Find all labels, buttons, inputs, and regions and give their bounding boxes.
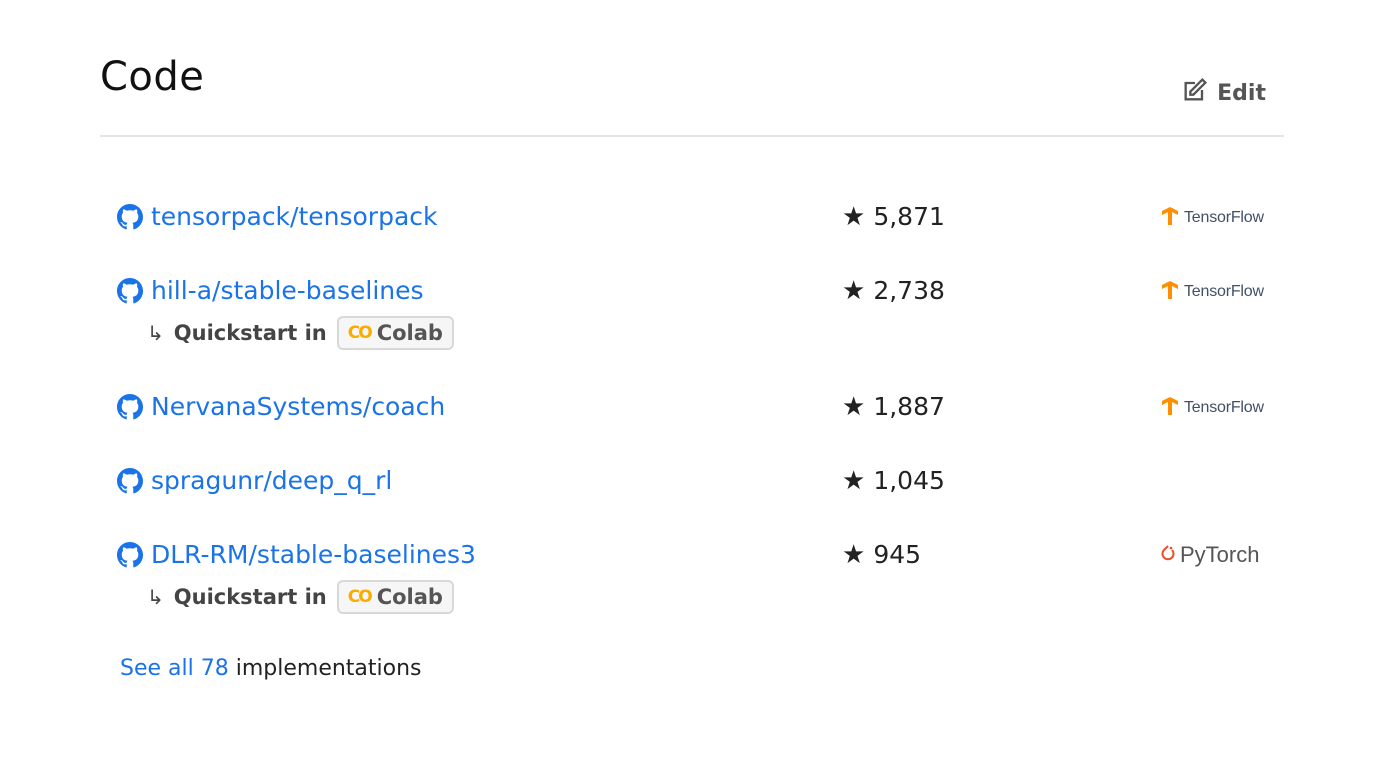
see-all-link[interactable]: See all 78 [120,656,229,681]
see-all-implementations: See all 78 implementations [120,656,422,681]
tensorflow-icon [1160,396,1180,420]
stars-count: ★ 1,045 [842,466,945,495]
repo-link[interactable]: tensorpack/tensorpack [151,202,438,231]
github-icon [117,277,143,304]
star-icon: ★ [842,275,866,306]
stars-value: 1,887 [873,392,945,421]
edit-button[interactable]: Edit [1181,76,1266,110]
star-icon: ★ [842,539,866,570]
quickstart-label: Quickstart in [173,321,327,345]
stars-value: 5,871 [873,202,945,231]
stars-count: ★ 2,738 [842,276,945,305]
stars-value: 945 [873,540,922,569]
star-icon: ★ [842,391,866,422]
repo-link[interactable]: spragunr/deep_q_rl [151,466,392,495]
github-icon [117,203,143,230]
return-arrow-icon: ↳ [147,585,164,609]
star-icon: ★ [842,201,866,232]
repo-link[interactable]: DLR-RM/stable-baselines3 [151,540,476,569]
section-title: Code [100,54,205,100]
colab-button[interactable]: CO Colab [336,316,454,350]
see-all-suffix: implementations [235,656,422,681]
repo-link[interactable]: hill-a/stable-baselines [151,276,424,305]
framework-badge: TensorFlow [1160,280,1264,304]
colab-icon: CO [347,323,373,343]
edit-icon [1181,76,1209,110]
pytorch-icon [1160,543,1176,567]
stars-value: 2,738 [873,276,945,305]
tensorflow-icon [1160,206,1180,230]
quickstart: ↳ Quickstart in CO Colab [147,580,454,614]
quickstart: ↳ Quickstart in CO Colab [147,316,454,350]
github-icon [117,393,143,420]
colab-label: Colab [376,321,443,345]
framework-badge: TensorFlow [1160,396,1264,420]
stars-count: ★ 945 [842,540,921,569]
stars-count: ★ 1,887 [842,392,945,421]
return-arrow-icon: ↳ [147,321,164,345]
framework-label: TensorFlow [1184,283,1264,300]
framework-badge: PyTorch [1160,542,1259,568]
star-icon: ★ [842,465,866,496]
colab-button[interactable]: CO Colab [336,580,454,614]
stars-value: 1,045 [873,466,945,495]
quickstart-label: Quickstart in [173,585,327,609]
edit-label: Edit [1217,80,1266,106]
framework-label: PyTorch [1180,542,1260,567]
colab-label: Colab [376,585,443,609]
colab-icon: CO [347,587,373,607]
github-icon [117,541,143,568]
repo-link[interactable]: NervanaSystems/coach [151,392,445,421]
github-icon [117,467,143,494]
code-section-header: Code Edit [100,0,1284,137]
framework-badge: TensorFlow [1160,206,1264,230]
framework-label: TensorFlow [1184,209,1264,226]
framework-label: TensorFlow [1184,399,1264,416]
stars-count: ★ 5,871 [842,202,945,231]
tensorflow-icon [1160,280,1180,304]
